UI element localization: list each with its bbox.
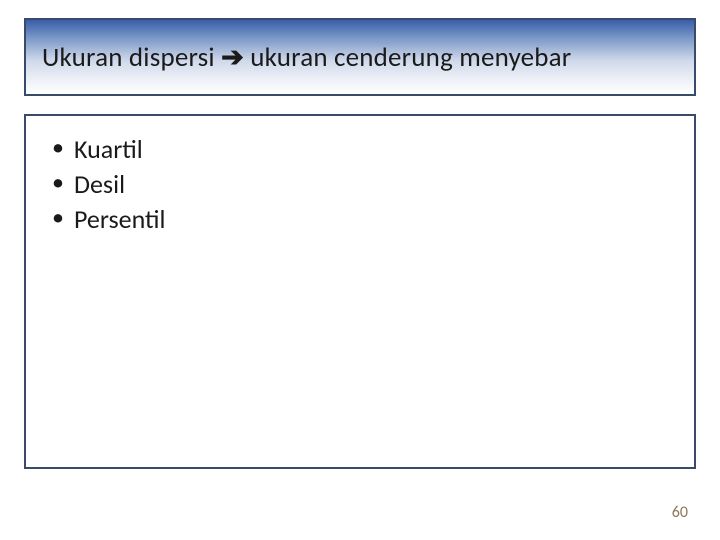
title-part2: ukuran cenderung menyebar xyxy=(244,41,572,74)
title-part1: Ukuran dispersi xyxy=(42,41,221,74)
title-box: Ukuran dispersi ➔ ukuran cenderung menye… xyxy=(24,18,696,96)
page-number: 60 xyxy=(672,503,688,522)
list-item: Kuartil xyxy=(48,132,672,167)
content-box: Kuartil Desil Persentil xyxy=(24,114,696,469)
list-item: Desil xyxy=(48,167,672,202)
list-item: Persentil xyxy=(48,202,672,237)
slide-title: Ukuran dispersi ➔ ukuran cenderung menye… xyxy=(42,41,571,74)
slide: Ukuran dispersi ➔ ukuran cenderung menye… xyxy=(0,0,720,540)
bullet-list: Kuartil Desil Persentil xyxy=(48,132,672,237)
arrow-right-icon: ➔ xyxy=(221,42,244,73)
